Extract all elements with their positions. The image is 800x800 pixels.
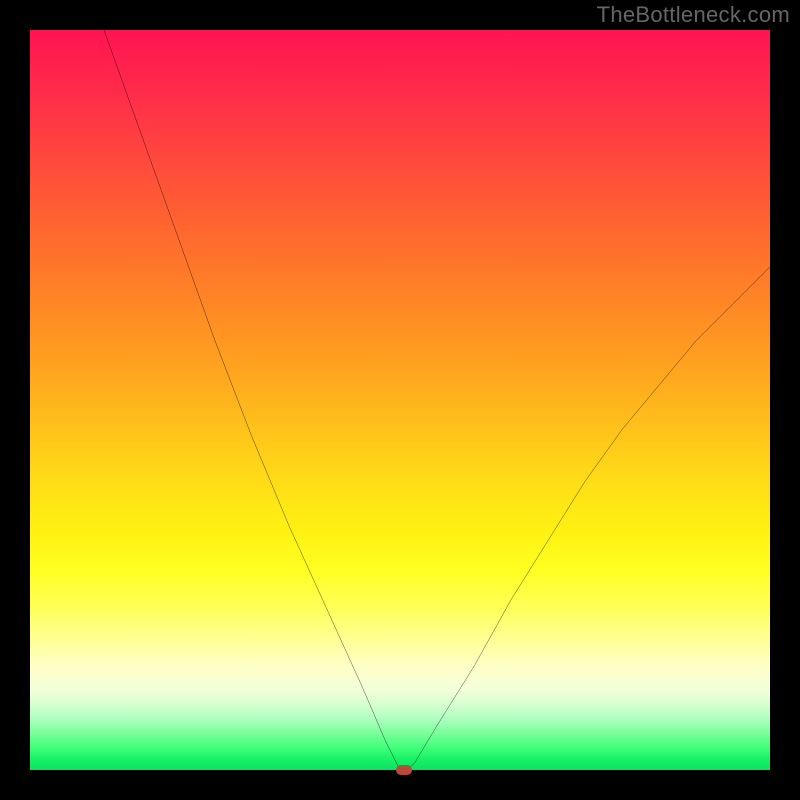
bottleneck-curve — [104, 30, 770, 770]
chart-frame: TheBottleneck.com — [0, 0, 800, 800]
plot-area — [30, 30, 770, 770]
optimal-point-marker — [396, 765, 412, 775]
curve-layer — [30, 30, 770, 770]
watermark-text: TheBottleneck.com — [597, 2, 790, 28]
